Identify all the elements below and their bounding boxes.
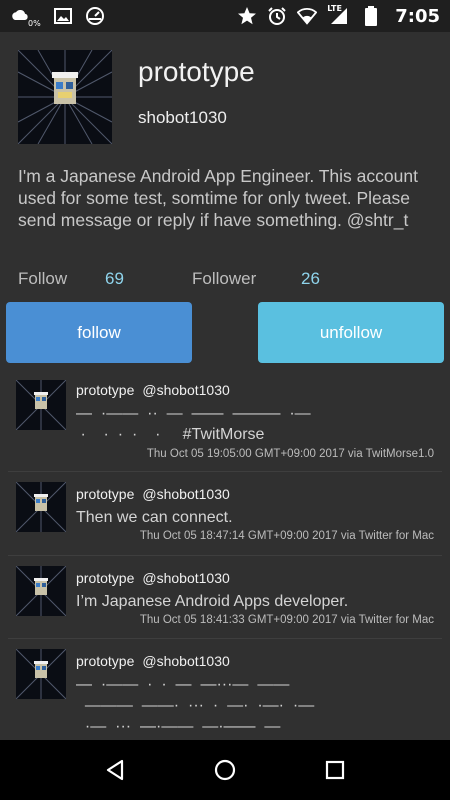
network-type-label: LTE (327, 4, 342, 13)
tweet-header: prototype @shobot1030 (76, 382, 230, 398)
tweet-screen-name: @shobot1030 (142, 486, 230, 502)
tweet-item[interactable]: prototype @shobot1030 — ·—— ·· — —— ——— ·… (0, 375, 450, 472)
profile-stats: Follow 69 Follower 26 (18, 269, 438, 289)
cloud-icon (10, 6, 30, 26)
tweet-header: prototype @shobot1030 (76, 653, 230, 669)
tweet-meta: Thu Oct 05 18:47:14 GMT+09:00 2017 via T… (139, 530, 434, 542)
tweet-header: prototype @shobot1030 (76, 486, 230, 502)
alarm-icon (267, 6, 287, 26)
profile-header: prototype shobot1030 I'm a Japanese Andr… (0, 32, 450, 375)
tweet-avatar[interactable] (15, 648, 67, 700)
profile-avatar[interactable] (17, 49, 113, 145)
recents-icon[interactable] (315, 750, 355, 790)
unfollow-button[interactable]: unfollow (258, 302, 444, 363)
tweet-item[interactable]: prototype @shobot1030 Then we can connect… (0, 472, 450, 556)
tweet-text: — ·—— ·· — —— ——— ·— · · · · · #TwitMors… (76, 405, 311, 443)
tweet-avatar[interactable] (15, 481, 67, 533)
tweet-user-name: prototype (76, 382, 135, 398)
wifi-icon (297, 6, 318, 26)
data-usage-label: 0% (28, 18, 41, 28)
tweet-user-name: prototype (76, 486, 135, 502)
follower-label: Follower (192, 269, 257, 288)
profile-bio: I'm a Japanese Android App Engineer. Thi… (18, 166, 418, 230)
tweet-avatar[interactable] (15, 379, 67, 431)
profile-screen-name: shobot1030 (138, 108, 227, 127)
battery-icon (361, 6, 381, 26)
tweet-user-name: prototype (76, 653, 135, 669)
follow-count: 69 (105, 269, 124, 288)
follower-count: 26 (301, 269, 320, 288)
home-icon[interactable] (205, 750, 245, 790)
follow-button[interactable]: follow (6, 302, 192, 363)
signal-icon: LTE (327, 4, 351, 26)
navigation-bar (0, 740, 450, 800)
tweet-screen-name: @shobot1030 (142, 382, 230, 398)
tweet-timeline[interactable]: prototype @shobot1030 — ·—— ·· — —— ——— ·… (0, 375, 450, 740)
tweet-item[interactable]: prototype @shobot1030 — ·—— · · — —···— —… (0, 639, 450, 740)
tweet-user-name: prototype (76, 570, 135, 586)
clock-time: 7:05 (395, 5, 440, 27)
tweet-avatar[interactable] (15, 565, 67, 617)
tweet-screen-name: @shobot1030 (142, 570, 230, 586)
back-icon[interactable] (95, 750, 135, 790)
image-icon (53, 6, 73, 26)
speedometer-icon (85, 6, 105, 26)
tweet-text: I’m Japanese Android Apps developer. (76, 593, 349, 610)
follow-label: Follow (18, 269, 68, 288)
status-bar: 0% LTE 7:05 (0, 0, 450, 32)
profile-name: prototype (138, 56, 255, 87)
tweet-screen-name: @shobot1030 (142, 653, 230, 669)
tweet-text: — ·—— · · — —···— —— ——— ——· ··· · —· ·—… (76, 676, 315, 735)
tweet-text: Then we can connect. (76, 509, 233, 526)
tweet-meta: Thu Oct 05 19:05:00 GMT+09:00 2017 via T… (146, 448, 434, 460)
tweet-item[interactable]: prototype @shobot1030 I’m Japanese Androi… (0, 556, 450, 639)
tweet-meta: Thu Oct 05 18:41:33 GMT+09:00 2017 via T… (139, 614, 434, 626)
tweet-header: prototype @shobot1030 (76, 570, 230, 586)
star-icon (237, 6, 257, 26)
